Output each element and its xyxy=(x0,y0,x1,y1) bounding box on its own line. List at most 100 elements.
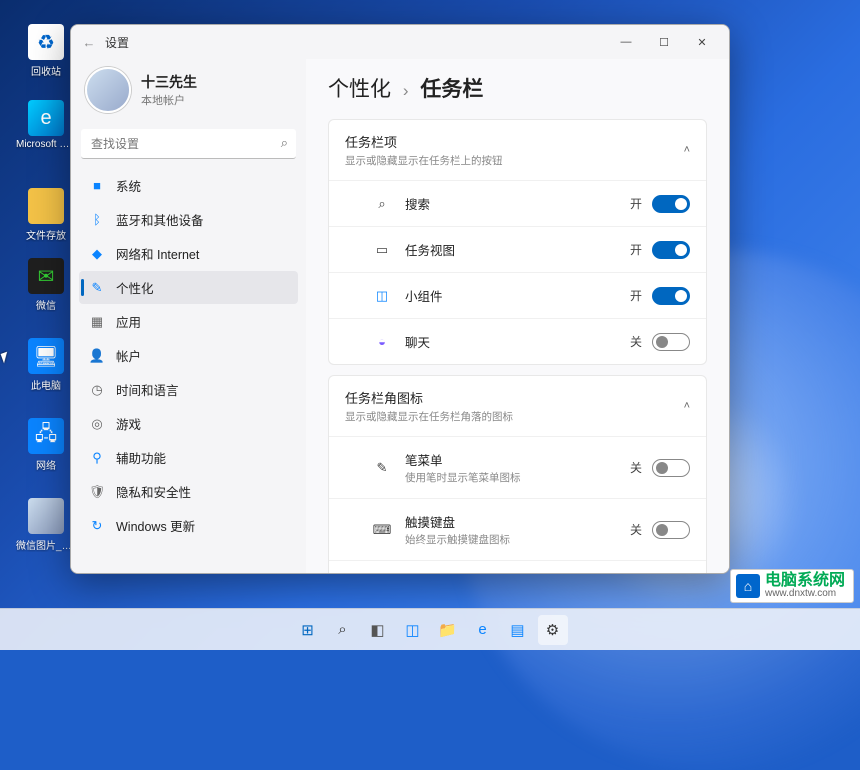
toggle-taskview[interactable] xyxy=(652,241,690,259)
sidebar-item-privacy[interactable]: 🛡 隐私和安全性 xyxy=(79,475,298,508)
breadcrumb: 个性化 › 任务栏 xyxy=(328,73,707,103)
section-header[interactable]: 任务栏项 显示或隐藏显示在任务栏上的按钮 ˄ xyxy=(329,120,706,180)
breadcrumb-parent[interactable]: 个性化 xyxy=(328,78,391,101)
accounts-icon: 👤 xyxy=(89,348,105,364)
sidebar-item-label: 蓝牙和其他设备 xyxy=(116,210,204,229)
corner-icon-row-touchpad: ▢虚拟触摸板关 xyxy=(329,560,706,573)
desktop-icon-label: 文件存放 xyxy=(16,227,76,242)
section-title: 任务栏项 xyxy=(345,132,503,151)
toggle-search[interactable] xyxy=(652,195,690,213)
search-input[interactable] xyxy=(81,129,296,159)
toggle-pen[interactable] xyxy=(652,459,690,477)
corner-icon-row-touchkbd: ⌨触摸键盘始终显示触摸键盘图标关 xyxy=(329,498,706,560)
desktop-icon-wechat[interactable]: ✉微信 xyxy=(16,258,76,312)
personalization-icon: ✎ xyxy=(89,280,105,296)
taskbar-start[interactable]: ⊞ xyxy=(293,615,323,645)
desktop-icon-folder[interactable]: 文件存放 xyxy=(16,188,76,242)
section-corner-icons: 任务栏角图标 显示或隐藏显示在任务栏角落的图标 ˄ ✎笔菜单使用笔时显示笔菜单图… xyxy=(328,375,707,573)
edge-icon: e xyxy=(28,100,64,136)
window-title: 设置 xyxy=(105,34,129,51)
taskbar-item-row-chat: ◒聊天关 xyxy=(329,318,706,364)
sidebar-item-apps[interactable]: ▦应用 xyxy=(79,305,298,338)
taskbar-settings[interactable]: ⚙ xyxy=(538,615,568,645)
sidebar-item-accessibility[interactable]: ⚲辅助功能 xyxy=(79,441,298,474)
desktop-icon-this-pc[interactable]: 🖥此电脑 xyxy=(16,338,76,392)
sidebar-item-update[interactable]: ↻ Windows 更新 xyxy=(79,509,298,542)
sidebar-item-time[interactable]: ◷时间和语言 xyxy=(79,373,298,406)
network-icon: 🖧 xyxy=(28,418,64,454)
section-subtitle: 显示或隐藏显示在任务栏上的按钮 xyxy=(345,153,503,168)
toggle-state-label: 开 xyxy=(630,195,642,212)
sidebar-item-label: 系统 xyxy=(116,176,141,195)
row-label: 任务视图 xyxy=(405,240,455,259)
search-icon: ⌕ xyxy=(373,196,391,212)
sidebar: 十三先生 本地帐户 ⌕ ■ 系统 ᛒ蓝牙和其他设备◆网络和 Internet ✎ 个性化… xyxy=(71,59,306,573)
sidebar-item-gaming[interactable]: ◎游戏 xyxy=(79,407,298,440)
apps-icon: ▦ xyxy=(89,314,105,330)
toggle-touchkbd[interactable] xyxy=(652,521,690,539)
corner-icon-row-pen: ✎笔菜单使用笔时显示笔菜单图标关 xyxy=(329,436,706,498)
close-button[interactable]: ✕ xyxy=(683,28,721,56)
recycle-bin-icon: ♻ xyxy=(28,24,64,60)
watermark-text: 电脑系统网 xyxy=(765,573,845,589)
taskbar-taskview[interactable]: ◧ xyxy=(363,615,393,645)
desktop-icon-edge[interactable]: e Microsoft Edge xyxy=(16,100,76,150)
titlebar: ← 设置 ― ☐ ✕ xyxy=(71,25,729,59)
toggle-state-label: 关 xyxy=(630,459,642,476)
row-subtitle: 使用笔时显示笔菜单图标 xyxy=(405,470,521,485)
section-title: 任务栏角图标 xyxy=(345,388,513,407)
toggle-chat[interactable] xyxy=(652,333,690,351)
update-icon: ↻ xyxy=(89,518,105,534)
toggle-state-label: 关 xyxy=(630,333,642,350)
back-button[interactable]: ← xyxy=(79,35,99,50)
sidebar-item-bluetooth[interactable]: ᛒ蓝牙和其他设备 xyxy=(79,203,298,236)
section-taskbar-items: 任务栏项 显示或隐藏显示在任务栏上的按钮 ˄ ⌕搜索开▭任务视图开◫小组件开◒聊… xyxy=(328,119,707,365)
sidebar-item-label: 帐户 xyxy=(116,346,141,365)
taskbar-item-row-widgets: ◫小组件开 xyxy=(329,272,706,318)
user-block[interactable]: 十三先生 本地帐户 xyxy=(79,63,298,125)
taskbar-store[interactable]: ▤ xyxy=(503,615,533,645)
house-icon: ⌂ xyxy=(736,574,760,598)
sidebar-item-label: 时间和语言 xyxy=(116,380,179,399)
taskbar-edge[interactable]: e xyxy=(468,615,498,645)
user-account: 本地帐户 xyxy=(141,92,197,108)
user-name: 十三先生 xyxy=(141,72,197,92)
taskbar-item-row-search: ⌕ 搜索 开 xyxy=(329,180,706,226)
desktop-icon-network[interactable]: 🖧网络 xyxy=(16,418,76,472)
folder-icon xyxy=(28,188,64,224)
maximize-button[interactable]: ☐ xyxy=(645,28,683,56)
accessibility-icon: ⚲ xyxy=(89,450,105,466)
system-icon: ■ xyxy=(89,178,105,194)
desktop-icon-recycle-bin[interactable]: ♻回收站 xyxy=(16,24,76,78)
row-label: 触摸键盘 xyxy=(405,512,510,531)
touchkbd-icon: ⌨ xyxy=(373,522,391,538)
row-label: 搜索 xyxy=(405,194,430,213)
search-box[interactable]: ⌕ xyxy=(81,129,296,159)
taskbar-explorer[interactable]: 📁 xyxy=(433,615,463,645)
toggle-state-label: 开 xyxy=(630,287,642,304)
sidebar-item-label: 个性化 xyxy=(116,278,154,297)
sidebar-item-label: Windows 更新 xyxy=(116,516,195,535)
desktop-icon-image-file[interactable]: 微信图片_2021091... xyxy=(16,498,76,552)
search-icon: ⌕ xyxy=(281,135,288,151)
taskbar: ⊞⌕◧◫📁e▤⚙ xyxy=(0,608,860,650)
chat-icon: ◒ xyxy=(373,334,391,349)
network-icon: ◆ xyxy=(89,246,105,262)
taskbar-search[interactable]: ⌕ xyxy=(328,615,358,645)
sidebar-item-network[interactable]: ◆网络和 Internet xyxy=(79,237,298,270)
desktop-icon-label: Microsoft Edge xyxy=(16,139,76,150)
main-panel: 个性化 › 任务栏 任务栏项 显示或隐藏显示在任务栏上的按钮 ˄ ⌕搜索开▭任务… xyxy=(306,59,729,573)
toggle-widgets[interactable] xyxy=(652,287,690,305)
section-header[interactable]: 任务栏角图标 显示或隐藏显示在任务栏角落的图标 ˄ xyxy=(329,376,706,436)
sidebar-item-label: 隐私和安全性 xyxy=(116,482,191,501)
sidebar-item-label: 游戏 xyxy=(116,414,141,433)
taskview-icon: ▭ xyxy=(373,242,391,258)
sidebar-item-system[interactable]: ■ 系统 xyxy=(79,169,298,202)
row-subtitle: 始终显示触摸键盘图标 xyxy=(405,532,510,547)
sidebar-item-accounts[interactable]: 👤 帐户 xyxy=(79,339,298,372)
sidebar-item-personalization[interactable]: ✎ 个性化 xyxy=(79,271,298,304)
row-label: 小组件 xyxy=(405,286,443,305)
taskbar-widgets[interactable]: ◫ xyxy=(398,615,428,645)
privacy-icon: 🛡 xyxy=(89,484,105,500)
minimize-button[interactable]: ― xyxy=(607,28,645,56)
